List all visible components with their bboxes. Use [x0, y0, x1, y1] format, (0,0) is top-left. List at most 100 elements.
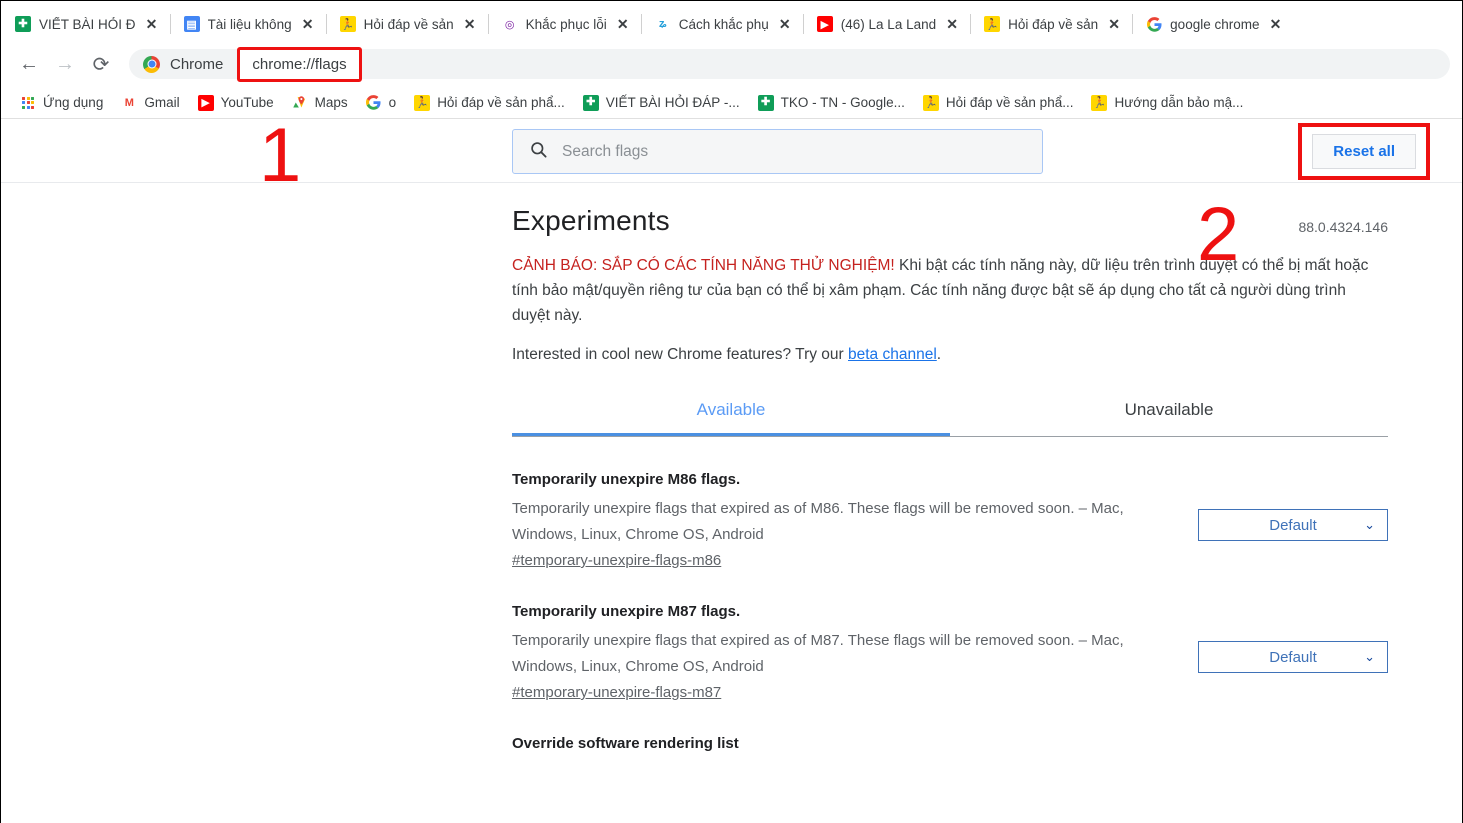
flag-permalink[interactable]: #temporary-unexpire-flags-m86	[512, 552, 1184, 569]
search-input[interactable]: Search flags	[562, 143, 648, 161]
flag-entry: Temporarily unexpire M87 flags. Temporar…	[512, 569, 1388, 701]
blue-glyph-icon: ʑ	[654, 16, 671, 32]
tab-title: VIẾT BÀI HỎI Đ	[39, 16, 136, 32]
tab-title: Hỏi đáp về sản	[1008, 16, 1099, 32]
browser-tab[interactable]: google chrome ✕	[1132, 7, 1294, 41]
bookmark-label: Hỏi đáp về sản phẩ...	[945, 95, 1074, 110]
bookmark-label: TKO - TN - Google...	[780, 95, 905, 110]
google-sheets-icon: ✚	[582, 94, 599, 111]
bookmark-item[interactable]: 🏃 Hướng dẫn bảo mậ...	[1082, 92, 1252, 114]
google-docs-icon: ▤	[183, 16, 200, 32]
bookmark-item[interactable]: ✚ TKO - TN - Google...	[749, 92, 914, 114]
url-highlight-box: chrome://flags	[237, 46, 362, 82]
bookmark-label: Gmail	[144, 95, 180, 110]
reset-all-button[interactable]: Reset all	[1312, 134, 1416, 169]
tab-available[interactable]: Available	[512, 396, 950, 436]
bookmark-label: Hướng dẫn bảo mậ...	[1114, 95, 1244, 110]
google-sheets-icon: ✚	[757, 94, 774, 111]
google-sheets-icon: ✚	[15, 16, 31, 32]
gmail-icon: M	[121, 94, 138, 111]
bookmark-label: YouTube	[220, 95, 274, 110]
bookmark-label: Ứng dụng	[43, 95, 104, 110]
flag-state-select[interactable]: Default ⌄	[1198, 509, 1388, 541]
tab-title: Cách khắc phụ	[678, 16, 769, 32]
tab-title: google chrome	[1170, 16, 1260, 32]
apps-grid-icon	[20, 94, 36, 111]
close-icon[interactable]: ✕	[1106, 16, 1122, 32]
google-icon	[1146, 16, 1163, 32]
chevron-down-icon: ⌄	[1364, 517, 1375, 532]
flag-state-value: Default	[1269, 516, 1317, 534]
youtube-icon: ▶	[816, 16, 833, 32]
close-icon[interactable]: ✕	[944, 16, 960, 32]
browser-tab[interactable]: ◎ Khắc phục lỗi ✕	[487, 7, 641, 41]
forward-button[interactable]: →	[49, 48, 81, 80]
tab-unavailable[interactable]: Unavailable	[950, 396, 1388, 436]
close-icon[interactable]: ✕	[462, 16, 478, 32]
browser-tab[interactable]: ▶ (46) La La Land ✕	[802, 7, 971, 41]
browser-tab[interactable]: 🏃 Hỏi đáp về sản ✕	[970, 7, 1133, 41]
tab-title: Tài liệu không	[207, 16, 292, 32]
youtube-icon: ▶	[197, 94, 214, 111]
bookmark-item[interactable]: 🏃 Hỏi đáp về sản phẩ...	[914, 92, 1083, 114]
flag-entry: Temporarily unexpire M86 flags. Temporar…	[512, 437, 1388, 569]
beta-before-text: Interested in cool new Chrome features? …	[512, 346, 848, 363]
bookmark-item[interactable]: Ứng dụng	[11, 92, 112, 114]
bookmark-label: VIẾT BÀI HỎI ĐÁP -...	[605, 95, 740, 110]
bookmark-item[interactable]: M Gmail	[112, 92, 188, 114]
runner-icon: 🏃	[922, 94, 939, 111]
flags-header-bar: Search flags Reset all	[1, 119, 1462, 183]
bookmark-item[interactable]: ▶ YouTube	[189, 92, 283, 114]
flag-name: Override software rendering list	[512, 735, 739, 752]
flag-description: Temporarily unexpire flags that expired …	[512, 632, 1124, 675]
url-text[interactable]: chrome://flags	[242, 51, 357, 77]
bookmark-item[interactable]: ✚ VIẾT BÀI HỎI ĐÁP -...	[574, 92, 749, 114]
close-icon[interactable]: ✕	[777, 16, 793, 32]
bookmark-item[interactable]: o	[357, 92, 406, 114]
reload-button[interactable]: ⟳	[85, 48, 117, 80]
omnibox-scheme-label: Chrome	[170, 55, 224, 73]
browser-tab[interactable]: ʑ Cách khắc phụ ✕	[640, 7, 803, 41]
runner-icon: 🏃	[414, 94, 431, 111]
tab-title: Khắc phục lỗi	[525, 16, 607, 32]
beta-channel-line: Interested in cool new Chrome features? …	[512, 346, 1388, 364]
flag-entry: Override software rendering list	[512, 701, 1388, 760]
flag-permalink[interactable]: #temporary-unexpire-flags-m87	[512, 684, 1184, 701]
runner-icon: 🏃	[339, 16, 356, 32]
warning-red-part: CẢNH BÁO: SẮP CÓ CÁC TÍNH NĂNG THỬ NGHIỆ…	[512, 257, 895, 274]
google-maps-icon	[292, 95, 308, 111]
close-icon[interactable]: ✕	[615, 16, 631, 32]
bookmark-label: Maps	[314, 95, 348, 110]
chrome-version-label: 88.0.4324.146	[1298, 219, 1388, 235]
flags-tabs: Available Unavailable	[512, 396, 1388, 437]
flag-description: Temporarily unexpire flags that expired …	[512, 500, 1124, 543]
search-flags-box[interactable]: Search flags	[512, 129, 1043, 174]
reset-all-highlight: Reset all	[1298, 123, 1430, 180]
search-icon	[529, 140, 548, 164]
back-button[interactable]: ←	[13, 48, 45, 80]
runner-icon: 🏃	[1091, 94, 1108, 111]
flag-name: Temporarily unexpire M87 flags.	[512, 603, 741, 620]
bookmark-item[interactable]: 🏃 Hỏi đáp về sản phẩ...	[405, 92, 574, 114]
browser-tab[interactable]: ✚ VIẾT BÀI HỎI Đ ✕	[1, 7, 170, 41]
flag-name: Temporarily unexpire M86 flags.	[512, 471, 741, 488]
address-bar[interactable]: Chrome chrome://flags	[129, 46, 1450, 82]
bookmark-item[interactable]: Maps	[283, 92, 357, 114]
close-icon[interactable]: ✕	[1267, 16, 1283, 32]
tab-title: Hỏi đáp về sản	[363, 16, 454, 32]
flags-content: 88.0.4324.146 Experiments CẢNH BÁO: SẮP …	[1, 183, 1462, 760]
runner-icon: 🏃	[984, 16, 1001, 32]
bookmark-label: o	[388, 95, 397, 110]
close-icon[interactable]: ✕	[300, 16, 316, 32]
browser-toolbar: ← → ⟳ Chrome chrome://flags	[1, 41, 1462, 87]
google-icon	[366, 95, 382, 111]
close-icon[interactable]: ✕	[144, 16, 160, 32]
flag-state-value: Default	[1269, 648, 1317, 666]
beta-channel-link[interactable]: beta channel	[848, 346, 937, 363]
bookmark-label: Hỏi đáp về sản phẩ...	[437, 95, 565, 110]
page-title: Experiments	[512, 205, 670, 236]
experiments-warning-text: CẢNH BÁO: SẮP CÓ CÁC TÍNH NĂNG THỬ NGHIỆ…	[512, 253, 1388, 328]
browser-tab[interactable]: ▤ Tài liệu không ✕	[169, 7, 326, 41]
browser-tab[interactable]: 🏃 Hỏi đáp về sản ✕	[325, 7, 488, 41]
flag-state-select[interactable]: Default ⌄	[1198, 641, 1388, 673]
